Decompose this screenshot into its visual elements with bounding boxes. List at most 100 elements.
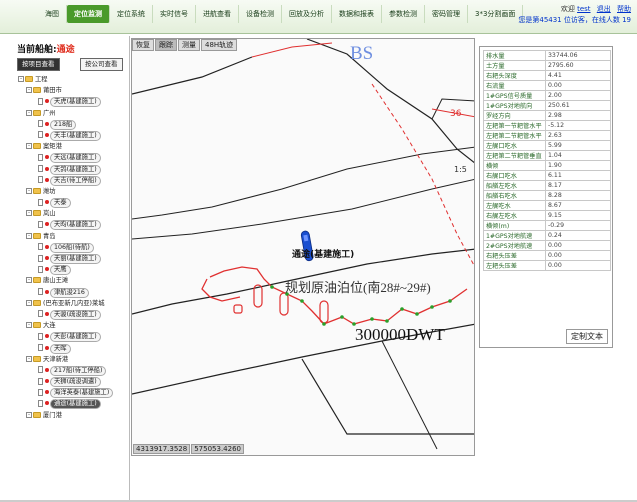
logout-link[interactable]: 退出 <box>597 5 611 13</box>
tree-ship-item[interactable]: 天丰(基建施工) <box>18 130 128 141</box>
sensor-row: 左艉吃水 8.67 <box>483 200 611 211</box>
collapse-icon[interactable]: - <box>26 187 32 194</box>
collapse-icon[interactable]: - <box>26 87 32 94</box>
tree-ship-item[interactable]: 天鸽(基建施工) <box>18 164 128 175</box>
tree-ship-label: 218船 <box>50 119 77 130</box>
collapse-icon[interactable]: - <box>26 210 32 217</box>
user-link[interactable]: test <box>577 5 590 13</box>
tree-ship-item[interactable]: 天昀(基建施工) <box>18 219 128 231</box>
status-dot-icon <box>45 222 49 227</box>
tree-folder[interactable]: - 大连 <box>18 320 128 331</box>
tree-folder[interactable]: - 岚山 <box>18 208 128 219</box>
collapse-icon[interactable]: - <box>26 299 32 306</box>
welcome-text: 欢迎 <box>560 5 575 13</box>
folder-icon <box>33 299 41 306</box>
sensor-value: 2.98 <box>545 110 611 121</box>
sensor-value: 8.28 <box>545 190 611 201</box>
sensor-row: 排水量 33744.06 <box>483 50 611 61</box>
tree-ship-label: 天彭(基建施工) <box>50 332 101 343</box>
help-link[interactable]: 帮助 <box>617 5 631 13</box>
nav-tab[interactable]: 参数检测 <box>382 5 425 23</box>
map-view[interactable]: 恢复 跟踪 测量 48H轨迹 BS 36 1:5 通途(基建施工) 规划原油泊位(南2… <box>131 38 475 456</box>
tree-folder[interactable]: - 厦门港 <box>18 410 128 421</box>
nav-tab[interactable]: 回放及分析 <box>282 5 332 23</box>
boundary-line <box>132 56 253 95</box>
document-icon <box>38 254 43 262</box>
status-dot-icon <box>45 379 49 384</box>
tree-folder[interactable]: - 广州 <box>18 108 128 119</box>
tree-ship-item[interactable]: 津航浚216 <box>18 287 128 298</box>
tree-folder[interactable]: - 工程 <box>18 74 128 85</box>
collapse-icon[interactable]: - <box>26 411 32 418</box>
sensor-row: 横倾(m) -0.29 <box>483 220 611 231</box>
map-tool-tab[interactable]: 48H轨迹 <box>201 39 238 51</box>
custom-text-button[interactable]: 定制文本 <box>566 329 608 344</box>
tree-ship-item[interactable]: 217船(待工停船) <box>18 365 128 376</box>
nav-tab[interactable]: 3*3分割画面 <box>468 5 524 23</box>
nav-tab[interactable]: 密码管理 <box>425 5 468 23</box>
collapse-icon[interactable]: - <box>18 76 24 82</box>
tree-folder[interactable]: - (巴布亚新几内亚)莱城 <box>18 298 128 309</box>
collapse-icon[interactable]: - <box>26 109 32 116</box>
tree-ship-item[interactable]: 天丽(基建施工) <box>18 253 128 264</box>
collapse-icon[interactable]: - <box>26 277 32 284</box>
tree-ship-item[interactable]: 海洋英泰(基建施工) <box>18 387 128 399</box>
nav-tab[interactable]: 海图 <box>38 5 67 23</box>
current-ship-label: 当前船舶:通途 <box>17 42 75 55</box>
tree-folder[interactable]: - 青岛 <box>18 231 128 242</box>
document-icon <box>38 332 43 340</box>
view-by-company-button[interactable]: 按公司查看 <box>80 58 123 71</box>
tree-ship-label: 天吉(待工停船) <box>50 175 101 186</box>
tree-folder-label: 厦门港 <box>43 411 62 419</box>
collapse-icon[interactable]: - <box>26 322 32 329</box>
tree-ship-item[interactable]: 天晖 <box>18 343 128 354</box>
tree-ship-item[interactable]: 天泰 <box>18 197 128 209</box>
tree-folder-label: 唐山王滩 <box>43 277 69 285</box>
boundary-line <box>381 340 438 450</box>
tree-ship-item[interactable]: 天远(基建施工) <box>18 152 128 164</box>
folder-icon <box>33 322 41 329</box>
coord-x: 4313917.3528 <box>133 444 191 454</box>
tree-folder[interactable]: - 案矩港 <box>18 141 128 152</box>
nav-tab[interactable]: 定位系统 <box>110 5 153 23</box>
boundary-line <box>306 39 474 164</box>
tree-folder-label: 天津新港 <box>43 355 69 363</box>
nav-tab[interactable]: 定位监测 <box>67 5 110 23</box>
view-by-project-button[interactable]: 按项目查看 <box>17 58 60 71</box>
tree-ship-item[interactable]: 天狮(疏浚调遣) <box>18 376 128 388</box>
map-tool-tab[interactable]: 恢复 <box>132 39 154 51</box>
nav-tab[interactable]: 数据和报表 <box>332 5 382 23</box>
tree-ship-item[interactable]: 天吉(待工停船) <box>18 175 128 186</box>
folder-icon <box>33 232 41 239</box>
visitor-count: 您是第45431 位访客，在线人数 19 <box>518 16 631 24</box>
tree-ship-item[interactable]: 天彭(基建施工) <box>18 331 128 343</box>
map-tool-tab[interactable]: 测量 <box>178 39 200 51</box>
left-panel: 当前船舶:通途 按项目查看 按公司查看 - 工程 - 莆田市 天虎(基建施工) - 广州 21… <box>0 36 130 502</box>
tree-folder-label: 潍坊 <box>43 187 56 195</box>
document-icon <box>38 377 43 385</box>
sensor-row: 1#GPS信号质量 2.00 <box>483 90 611 101</box>
sensor-value: 0.24 <box>545 230 611 241</box>
sensor-row: 1#GPS对地航向 250.61 <box>483 100 611 111</box>
nav-tab[interactable]: 进航查看 <box>196 5 239 23</box>
tree-folder[interactable]: - 莆田市 <box>18 85 128 96</box>
tree-ship-item[interactable]: 218船 <box>18 119 128 130</box>
tree-ship-item[interactable]: 通途(基建施工) <box>18 398 128 410</box>
tree-ship-item[interactable]: 天鹰 <box>18 264 128 276</box>
map-tool-tab[interactable]: 跟踪 <box>155 39 177 51</box>
nav-tab[interactable]: 实时信号 <box>153 5 196 23</box>
tree-ship-item[interactable]: 天虎(基建施工) <box>18 96 128 108</box>
collapse-icon[interactable]: - <box>26 143 32 150</box>
tree-folder[interactable]: - 唐山王滩 <box>18 275 128 286</box>
tree-ship-item[interactable]: 106船(待航) <box>18 242 128 253</box>
folder-icon <box>33 355 41 362</box>
collapse-icon[interactable]: - <box>26 232 32 239</box>
folder-icon <box>33 109 41 116</box>
tree-folder[interactable]: - 天津新港 <box>18 354 128 365</box>
nav-tab[interactable]: 设备检测 <box>239 5 282 23</box>
document-icon <box>38 176 43 184</box>
sensor-name: 左耙第二节耙管水平 <box>483 130 546 141</box>
collapse-icon[interactable]: - <box>26 355 32 362</box>
tree-ship-item[interactable]: 天骏(疏浚施工) <box>18 309 128 320</box>
tree-folder[interactable]: - 潍坊 <box>18 186 128 197</box>
